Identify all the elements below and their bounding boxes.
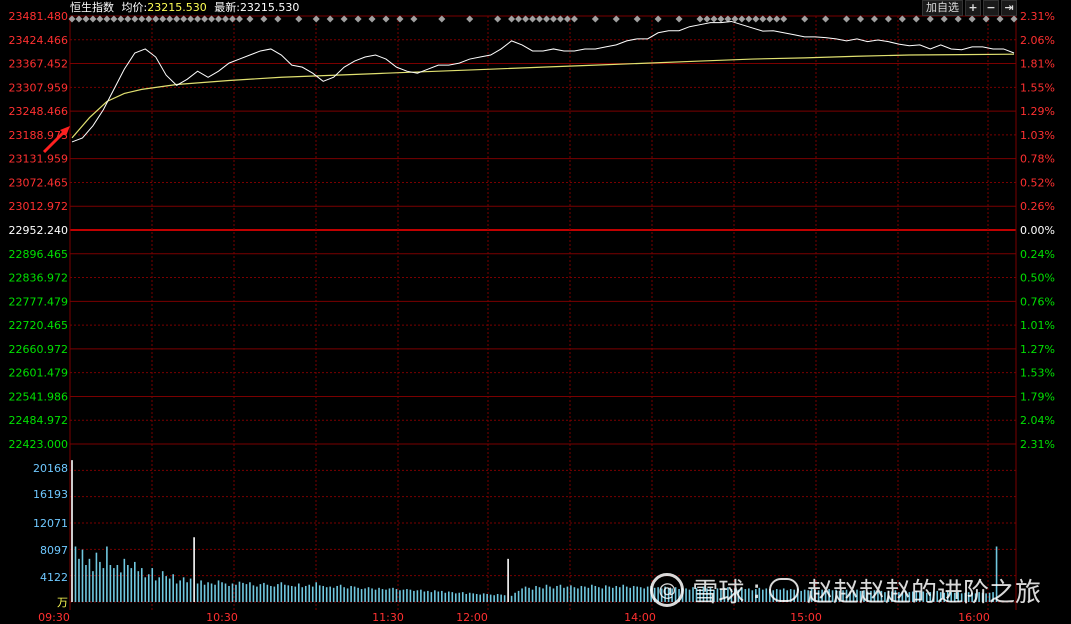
price-tick-label: 22836.972 xyxy=(9,272,69,285)
price-tick-label: 23367.452 xyxy=(9,58,69,71)
watermark-sep: : xyxy=(752,575,761,605)
time-tick-label: 12:00 xyxy=(456,611,488,624)
percent-tick-label: 0.26% xyxy=(1020,200,1055,213)
price-tick-label: 22660.972 xyxy=(9,343,69,356)
percent-tick-label: 1.29% xyxy=(1020,105,1055,118)
percent-tick-label: 2.31% xyxy=(1020,438,1055,451)
time-tick-label: 15:00 xyxy=(790,611,822,624)
minus-icon[interactable]: − xyxy=(983,0,999,16)
intraday-chart[interactable]: 23481.480 23424.466 23367.452 23307.959 2324… xyxy=(0,0,1071,624)
price-tick-label: 23131.959 xyxy=(9,153,69,166)
volume-tick-label: 12071 xyxy=(33,517,68,530)
toolbar: 加自选 + − ⇥ xyxy=(922,0,1017,16)
percent-tick-label: 1.55% xyxy=(1020,81,1055,94)
price-tick-label: 23307.959 xyxy=(9,81,69,94)
volume-tick-label: 20168 xyxy=(33,462,68,475)
price-tick-label: 22720.465 xyxy=(9,319,69,332)
price-tick-label: 22777.479 xyxy=(9,295,69,308)
percent-tick-label: 1.01% xyxy=(1020,319,1055,332)
price-tick-label: 23012.972 xyxy=(9,200,69,213)
volume-tick-label: 16193 xyxy=(33,488,68,501)
price-tick-label: 22601.479 xyxy=(9,367,69,380)
price-tick-label: 23424.466 xyxy=(9,34,69,47)
percent-tick-label: 0.52% xyxy=(1020,176,1055,189)
percent-tick-label: 0.00% xyxy=(1020,224,1055,237)
volume-unit-label: 万 xyxy=(57,596,68,609)
plus-icon[interactable]: + xyxy=(965,0,981,16)
percent-tick-label: 0.76% xyxy=(1020,295,1055,308)
percent-tick-label: 1.81% xyxy=(1020,58,1055,71)
last-value: 23215.530 xyxy=(239,1,300,14)
percent-tick-label: 0.78% xyxy=(1020,153,1055,166)
last-label: 最新: xyxy=(214,1,240,14)
price-tick-label: 23481.480 xyxy=(9,10,69,23)
avg-value: 23215.530 xyxy=(147,1,207,14)
percent-tick-label: 2.06% xyxy=(1020,34,1055,47)
percent-tick-label: 1.79% xyxy=(1020,390,1055,403)
watermark: @ 雪球 : 赵赵赵赵的进阶之旅 xyxy=(650,570,1041,610)
watermark-site: 雪球 xyxy=(692,577,745,608)
percent-tick-label: 1.53% xyxy=(1020,367,1055,380)
price-tick-label: 22952.240 xyxy=(9,224,69,237)
exit-arrow-icon[interactable]: ⇥ xyxy=(1001,0,1017,16)
volume-tick-label: 4122 xyxy=(40,571,68,584)
price-tick-label: 22423.000 xyxy=(9,438,69,451)
percent-tick-label: 2.04% xyxy=(1020,414,1055,427)
time-tick-label: 16:00 xyxy=(958,611,990,624)
volume-tick-label: 8097 xyxy=(40,544,68,557)
percent-tick-label: 0.24% xyxy=(1020,248,1055,261)
snowball-logo-icon: @ xyxy=(650,573,685,607)
percent-tick-label: 1.27% xyxy=(1020,343,1055,356)
chart-background xyxy=(0,0,1071,624)
add-watchlist-button[interactable]: 加自选 xyxy=(922,0,963,16)
chart-header: 恒生指数 均价:23215.530 最新:23215.530 xyxy=(70,0,299,15)
index-name: 恒生指数 xyxy=(70,1,114,14)
price-tick-label: 23248.466 xyxy=(9,105,69,118)
avg-label: 均价: xyxy=(121,1,148,14)
price-tick-label: 22896.465 xyxy=(9,248,69,261)
percent-tick-label: 2.31% xyxy=(1020,10,1055,23)
percent-tick-label: 0.50% xyxy=(1020,272,1055,285)
price-tick-label: 23072.465 xyxy=(9,176,69,189)
time-tick-label: 11:30 xyxy=(372,611,404,624)
time-tick-label: 14:00 xyxy=(624,611,656,624)
time-tick-label: 10:30 xyxy=(206,611,238,624)
time-tick-label: 09:30 xyxy=(38,611,70,624)
watermark-author: 赵赵赵赵的进阶之旅 xyxy=(806,577,1041,608)
percent-tick-label: 1.03% xyxy=(1020,129,1055,142)
wechat-icon xyxy=(768,578,799,602)
price-tick-label: 22541.986 xyxy=(9,390,69,403)
price-tick-label: 22484.972 xyxy=(9,414,69,427)
